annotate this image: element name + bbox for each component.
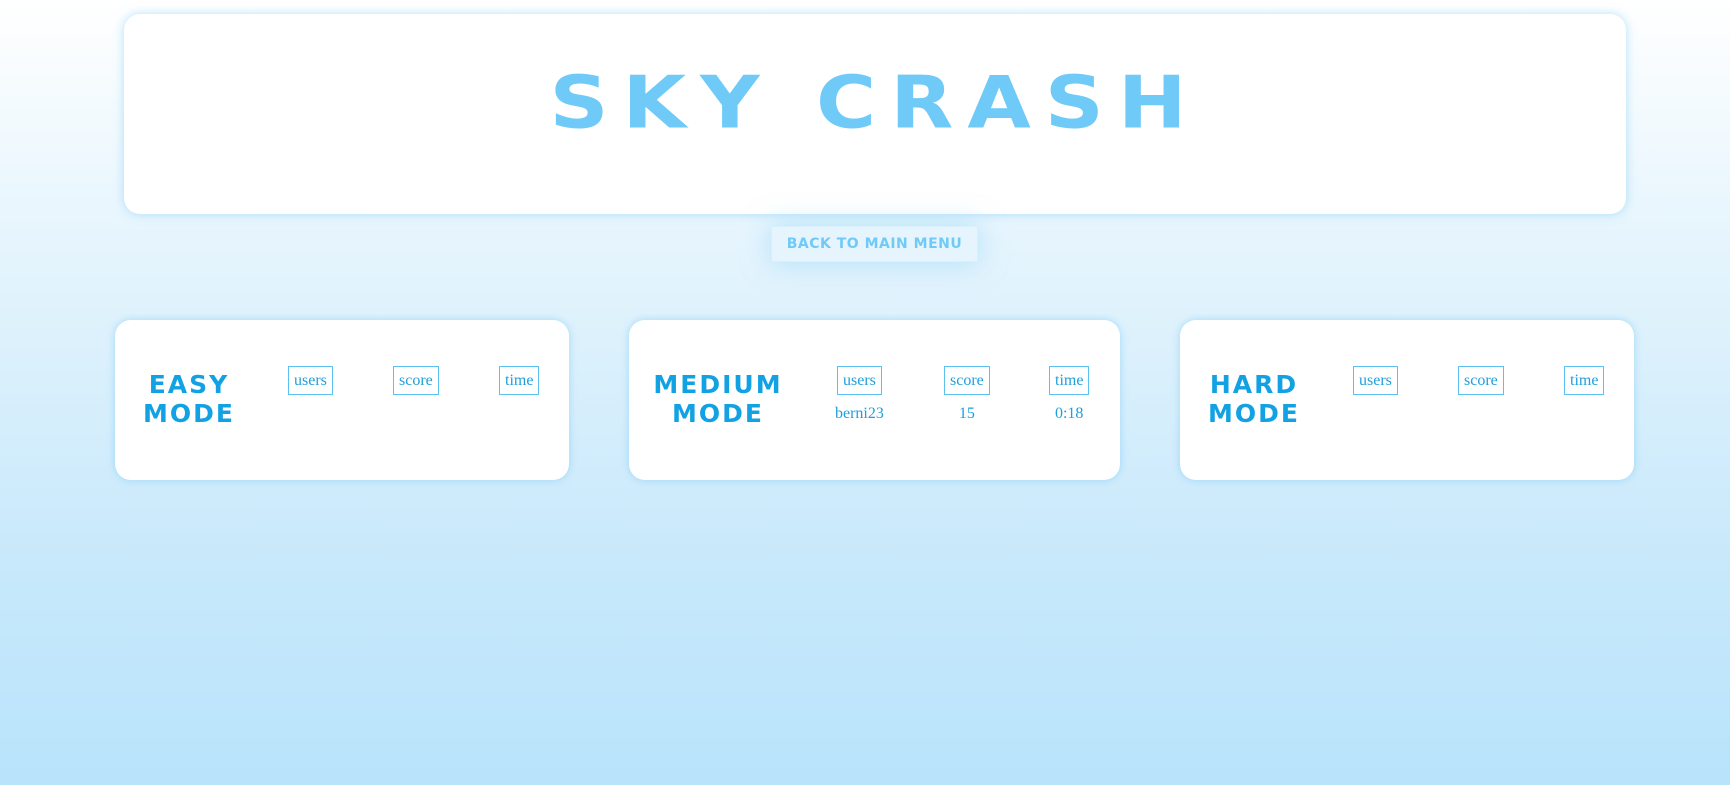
time-header: time	[499, 366, 540, 395]
medium-users-column: users berni23	[835, 366, 884, 422]
title-card: SKY CRASH	[124, 14, 1626, 214]
score-header: score	[393, 366, 439, 395]
hard-mode-title: HARD MODE	[1208, 370, 1300, 428]
game-title: SKY CRASH	[549, 61, 1201, 145]
easy-mode-card: EASY MODE users score time	[115, 320, 569, 480]
users-header: users	[836, 366, 882, 395]
hard-mode-card: HARD MODE users score time	[1180, 320, 1634, 480]
score-cell: 15	[958, 405, 975, 422]
score-header: score	[1458, 366, 1504, 395]
time-header: time	[1049, 366, 1090, 395]
easy-time-column: time	[499, 366, 540, 395]
users-header: users	[1353, 366, 1398, 395]
easy-mode-title: EASY MODE	[143, 370, 235, 428]
hard-time-column: time	[1564, 366, 1605, 395]
score-header: score	[944, 366, 990, 395]
back-to-main-menu-button[interactable]: BACK TO MAIN MENU	[771, 226, 978, 262]
medium-mode-card: MEDIUM MODE users berni23 score 15 time …	[629, 320, 1120, 480]
medium-mode-title: MEDIUM MODE	[653, 370, 783, 428]
time-header: time	[1564, 366, 1605, 395]
user-cell: berni23	[835, 405, 884, 422]
medium-score-column: score 15	[944, 366, 990, 422]
easy-users-column: users	[288, 366, 333, 395]
easy-score-column: score	[393, 366, 439, 395]
hard-score-column: score	[1458, 366, 1504, 395]
hard-users-column: users	[1353, 366, 1398, 395]
medium-time-column: time 0:18	[1049, 366, 1090, 422]
users-header: users	[288, 366, 333, 395]
time-cell: 0:18	[1054, 405, 1084, 422]
